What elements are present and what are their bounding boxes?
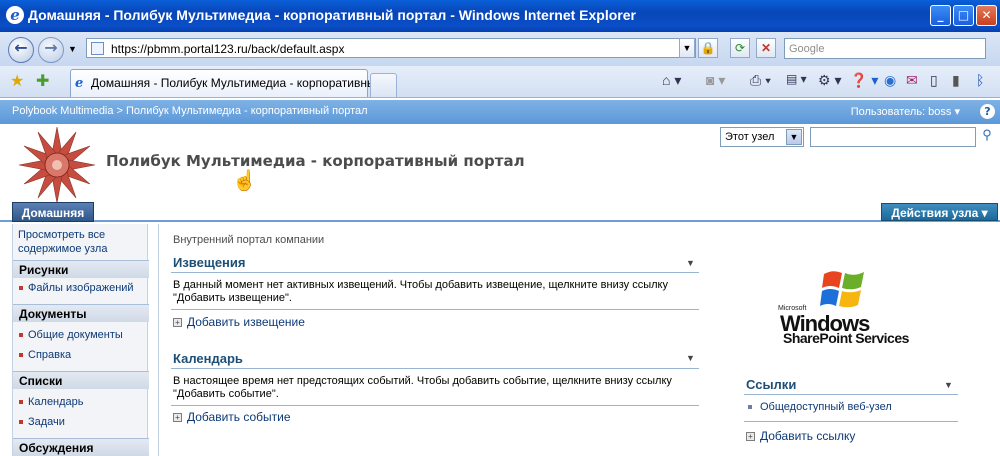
add-icon: + [746,432,755,442]
site-description: Внутренний портал компании [173,234,325,246]
links-title[interactable]: Ссылки [746,377,796,392]
research-icon[interactable]: ◉ [884,72,896,89]
tool-icon[interactable]: ▮ [952,72,960,89]
address-field[interactable]: https://pbmm.portal123.ru/back/default.a… [86,38,696,58]
breadcrumb[interactable]: Polybook Multimedia > Полибук Мультимеди… [12,105,368,117]
windows-flag-logo [820,271,864,308]
search-go-icon[interactable]: ⚲ [977,127,997,147]
add-announcement-link[interactable]: + Добавить извещение [173,315,305,329]
hand-cursor-icon: ☝ [232,170,257,192]
ql-item[interactable]: Общие документы [19,329,123,341]
gear-icon[interactable]: ⚙ ▾ [818,72,841,89]
search-input[interactable]: Google [784,38,986,59]
ql-item[interactable]: Файлы изображений [19,282,134,294]
ql-item[interactable]: Задачи [19,416,65,428]
search-scope-select[interactable]: Этот узел ▼ [720,127,804,147]
ql-item[interactable]: Календарь [19,396,84,408]
help-icon[interactable]: ❓ ▾ [850,72,878,89]
favorites-star-icon[interactable]: ★ [10,71,24,91]
ie-tab-icon: e [75,76,84,91]
divider [171,368,699,369]
back-button[interactable]: ← [8,37,34,63]
feeds-icon[interactable]: ◙ ▾ [706,72,725,89]
minimize-button[interactable]: _ [930,5,951,26]
bullet-icon [19,286,23,291]
lock-icon[interactable]: 🔒 [698,38,718,58]
user-menu[interactable]: Пользователь: boss ▾ [851,105,960,118]
site-logo [18,126,96,204]
divider [744,421,958,422]
print-icon[interactable]: ⎙ ▾ [750,72,771,89]
ql-section-lists[interactable]: Списки [13,371,149,389]
page-menu-icon[interactable]: ▤ ▾ [786,72,807,86]
portal-title[interactable]: Полибук Мультимедиа - корпоративный порт… [106,152,525,170]
divider [744,394,958,395]
calendar-text: В настоящее время нет предстоящих событи… [173,375,672,400]
sharepoint-global-bar: Polybook Multimedia > Полибук Мультимеди… [0,100,1000,124]
divider [171,405,699,406]
divider [171,272,699,273]
ql-section-discussions[interactable]: Обсуждения [13,438,149,456]
history-dropdown-icon[interactable]: ▼ [68,44,77,54]
chevron-down-icon[interactable]: ▼ [686,258,695,268]
address-dropdown-icon[interactable]: ▼ [679,38,695,58]
add-icon: + [173,318,182,328]
bullet-icon [19,333,23,338]
page-icon [91,42,104,55]
stop-icon[interactable]: ✕ [756,38,776,58]
maximize-button[interactable]: □ [953,5,974,26]
links-item[interactable]: Общедоступный веб-узел [748,401,892,414]
chevron-down-icon[interactable]: ▼ [944,380,953,390]
quick-launch: Рисунки Файлы изображений Документы Общи… [12,224,149,456]
bullet-icon [19,353,23,358]
logo-sharepoint: SharePoint Services [783,330,909,346]
refresh-icon[interactable]: ⟳ [730,38,750,58]
search-scope-value: Этот узел [725,131,775,143]
bluetooth-icon[interactable]: ᛒ [976,72,984,88]
window-title: Домашняя - Полибук Мультимедиа - корпора… [28,7,636,23]
add-favorites-icon[interactable]: ✚ [36,71,49,91]
ql-section-documents[interactable]: Документы [13,304,149,322]
calendar-title[interactable]: Календарь [173,351,243,366]
close-button[interactable]: ✕ [976,5,997,26]
add-icon: + [173,413,182,423]
phone-icon[interactable]: ▯ [930,72,938,89]
forward-button[interactable]: → [38,37,64,63]
ql-item[interactable]: Справка [19,349,71,361]
window-title-bar: e Домашняя - Полибук Мультимедиа - корпо… [0,0,1000,32]
add-event-link[interactable]: + Добавить событие [173,410,291,424]
top-nav [0,202,1000,222]
site-actions-menu[interactable]: Действия узла ▾ [881,203,998,221]
ie-icon: e [6,6,24,24]
tab-home[interactable]: e Домашняя - Полибук Мультимедиа - корпо… [70,69,386,97]
announcements-title[interactable]: Извещения [173,255,245,270]
chevron-down-icon[interactable]: ▼ [686,353,695,363]
bullet-icon [19,400,23,405]
address-url: https://pbmm.portal123.ru/back/default.a… [111,42,345,56]
help-button[interactable]: ? [980,104,995,119]
chevron-down-icon: ▼ [786,129,802,145]
bullet-icon [19,420,23,425]
messenger-icon[interactable]: ✉ [906,72,918,89]
ql-section-pictures[interactable]: Рисунки [13,260,149,278]
new-tab-button[interactable] [370,73,397,97]
site-search-input[interactable] [810,127,976,147]
announcements-text: В данный момент нет активных извещений. … [173,279,668,304]
home-icon[interactable]: ⌂ ▾ [662,72,681,89]
bullet-icon [748,405,752,410]
tab-label: Домашняя - Полибук Мультимедиа - корпора… [91,76,386,90]
view-all-content-link[interactable]: Просмотреть все содержимое узла [18,228,138,256]
divider [171,309,699,310]
add-link-link[interactable]: + Добавить ссылку [746,429,855,443]
tab-home-site[interactable]: Домашняя [12,202,94,222]
